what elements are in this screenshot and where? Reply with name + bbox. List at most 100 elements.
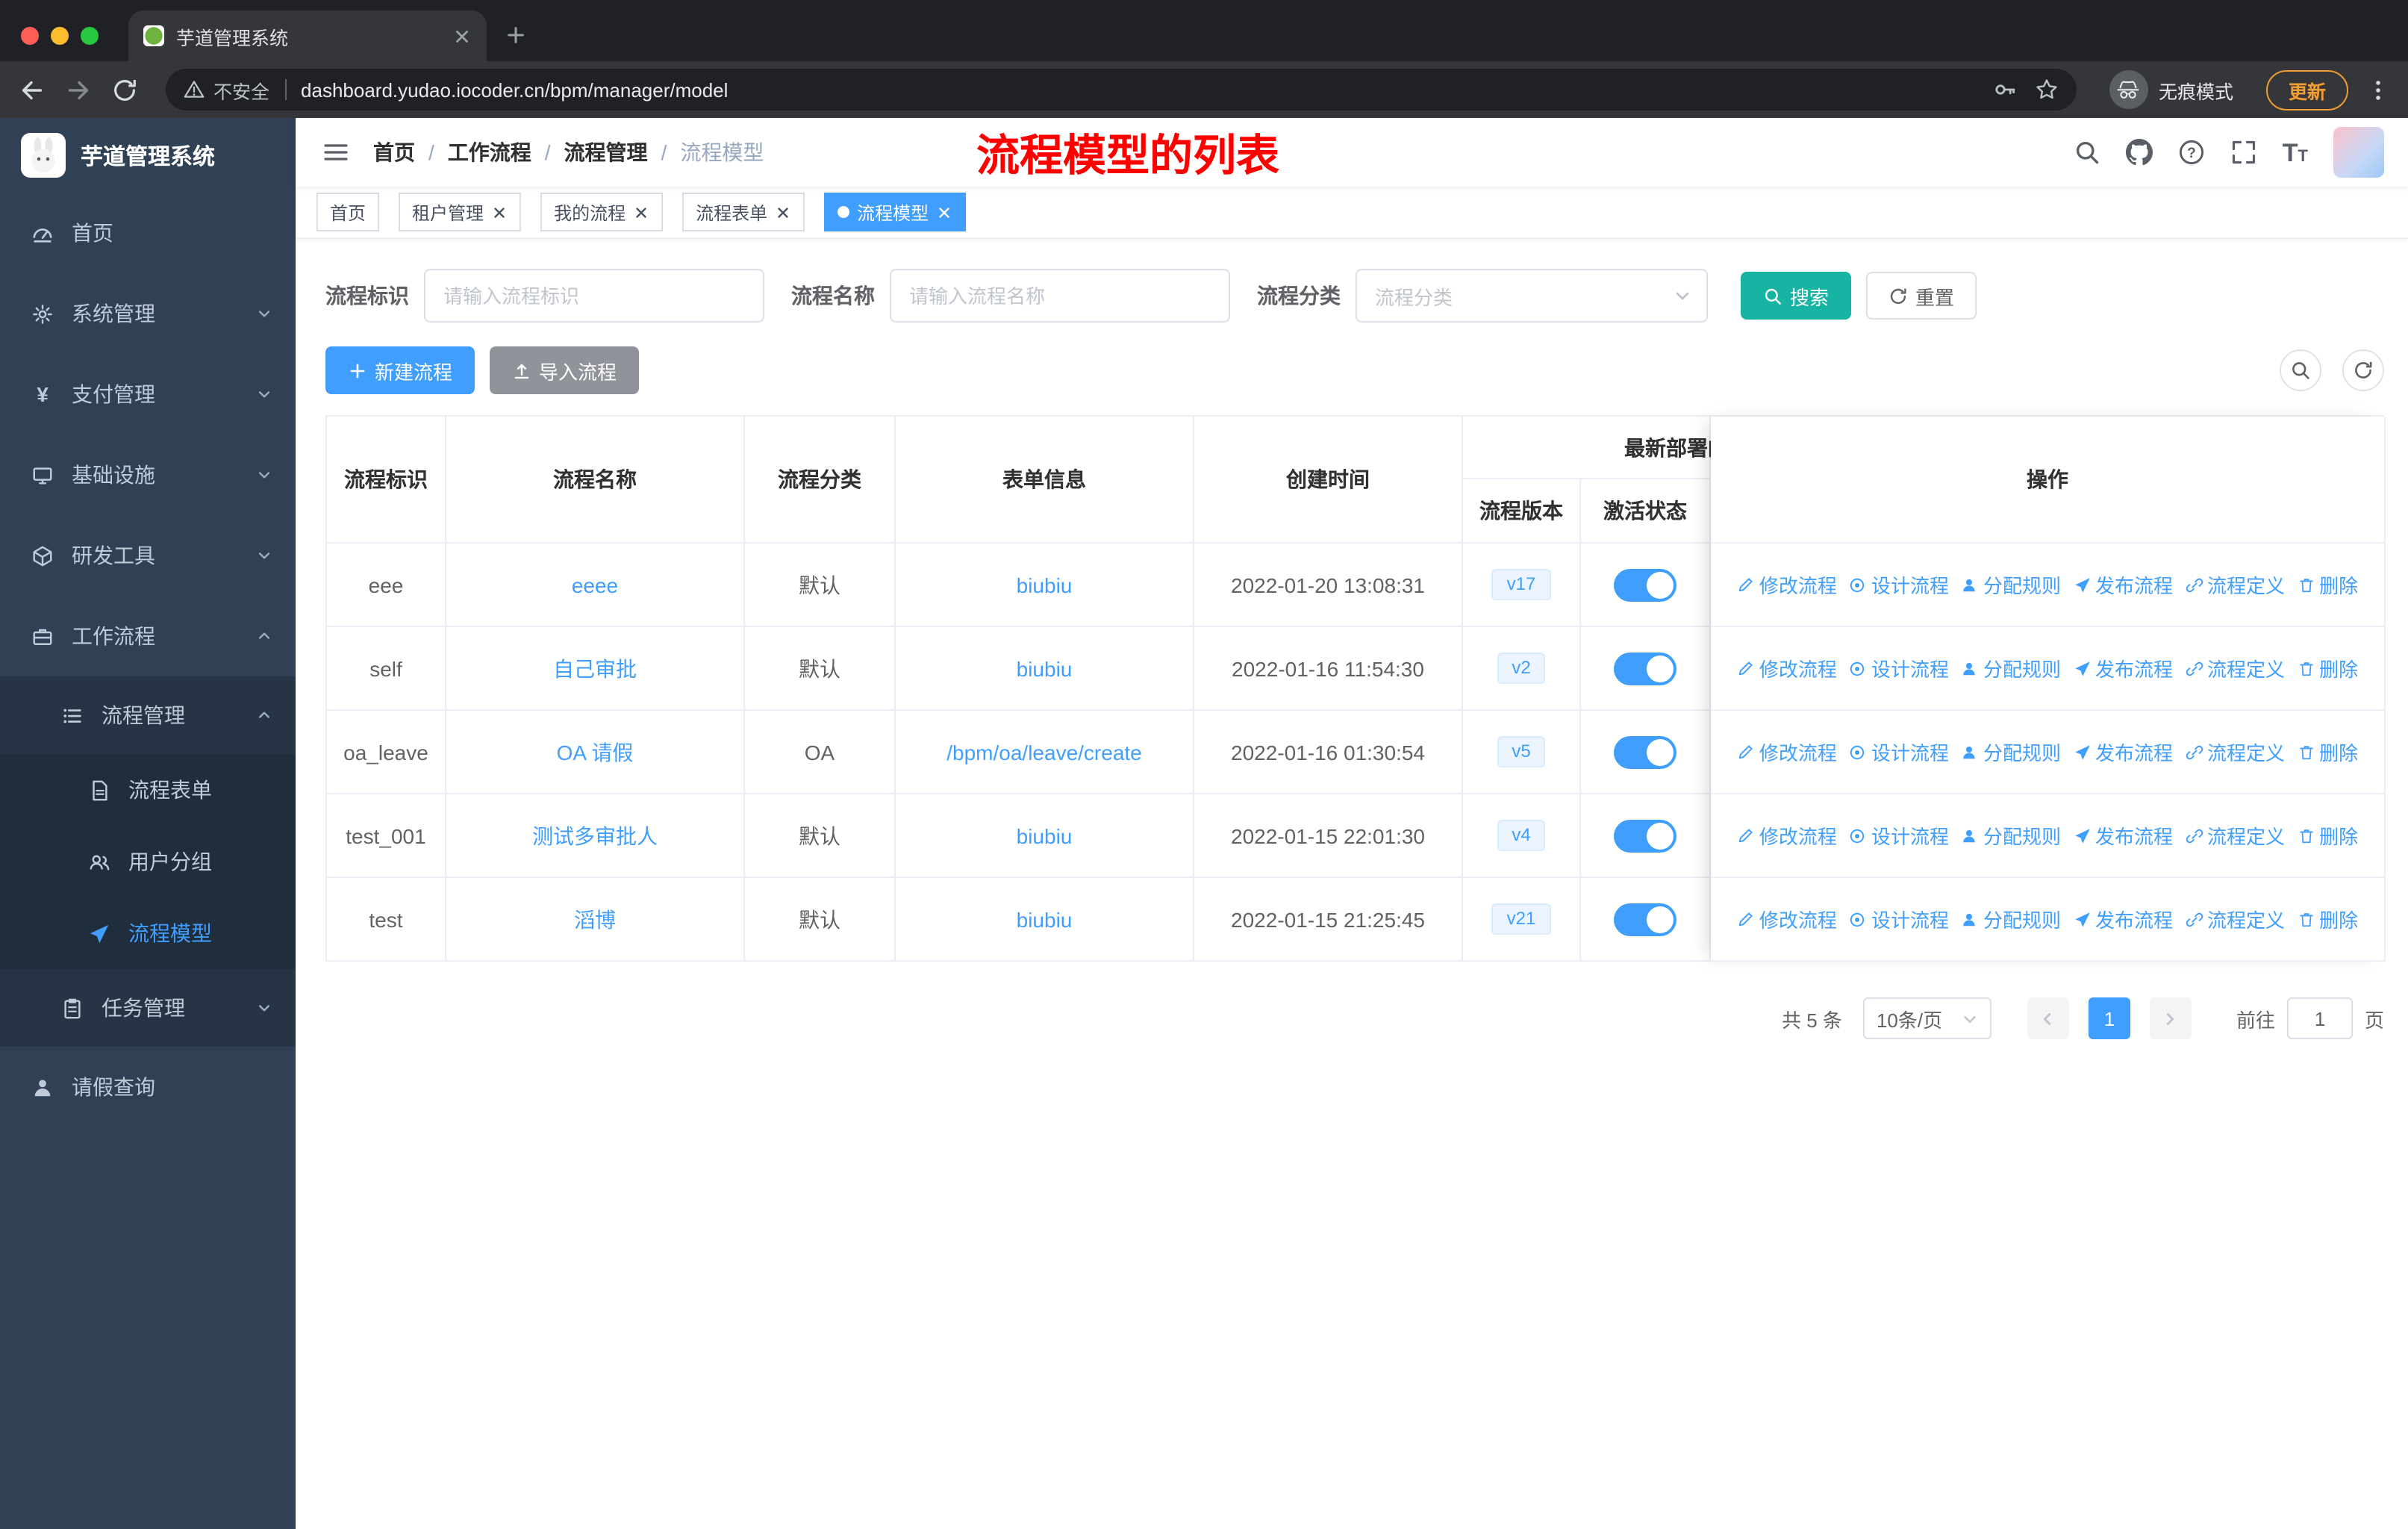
publish-process-link[interactable]: 发布流程 xyxy=(2073,905,2173,933)
breadcrumb-home[interactable]: 首页 xyxy=(373,137,415,167)
back-button[interactable] xyxy=(18,75,46,104)
process-name-link[interactable]: 测试多审批人 xyxy=(532,820,658,850)
toggle-search-button[interactable] xyxy=(2280,349,2321,391)
process-definition-link[interactable]: 流程定义 xyxy=(2185,905,2285,933)
page-1-button[interactable]: 1 xyxy=(2088,997,2130,1039)
address-bar[interactable]: 不安全 dashboard.yudao.iocoder.cn/bpm/manag… xyxy=(166,69,2077,110)
window-minimize-button[interactable] xyxy=(51,27,69,45)
design-process-link[interactable]: 设计流程 xyxy=(1849,738,1949,766)
browser-tab[interactable]: 芋道管理系统 xyxy=(128,10,487,61)
form-link[interactable]: biubiu xyxy=(1017,573,1073,597)
font-size-icon[interactable]: TT xyxy=(2283,140,2308,165)
design-process-link[interactable]: 设计流程 xyxy=(1849,654,1949,682)
process-definition-link[interactable]: 流程定义 xyxy=(2185,570,2285,599)
prev-page-button[interactable] xyxy=(2027,997,2069,1039)
sidebar-item-dev-tools[interactable]: 研发工具 xyxy=(0,515,296,596)
process-id-input[interactable] xyxy=(424,269,764,323)
tag-home[interactable]: 首页 xyxy=(316,193,380,231)
publish-process-link[interactable]: 发布流程 xyxy=(2073,738,2173,766)
assign-rule-link[interactable]: 分配规则 xyxy=(1961,821,2061,850)
github-icon[interactable] xyxy=(2126,139,2153,166)
browser-menu-icon[interactable] xyxy=(2366,75,2390,104)
process-name-link[interactable]: OA 请假 xyxy=(557,737,634,767)
form-link[interactable]: biubiu xyxy=(1017,907,1073,931)
active-toggle[interactable] xyxy=(1614,568,1676,601)
tag-tenant-mgmt[interactable]: 租户管理 xyxy=(399,193,522,231)
header-search-icon[interactable] xyxy=(2074,139,2100,166)
tag-process-model[interactable]: 流程模型 xyxy=(824,193,967,231)
window-zoom-button[interactable] xyxy=(81,27,99,45)
assign-rule-link[interactable]: 分配规则 xyxy=(1961,738,2061,766)
help-icon[interactable] xyxy=(2178,139,2205,166)
modify-process-link[interactable]: 修改流程 xyxy=(1737,821,1837,850)
design-process-link[interactable]: 设计流程 xyxy=(1849,570,1949,599)
sidebar-item-home[interactable]: 首页 xyxy=(0,193,296,273)
close-icon[interactable] xyxy=(775,204,791,220)
sidebar-item-task-mgmt[interactable]: 任务管理 xyxy=(0,969,296,1047)
import-process-button[interactable]: 导入流程 xyxy=(490,346,640,394)
breadcrumb-workflow[interactable]: 工作流程 xyxy=(448,137,531,167)
modify-process-link[interactable]: 修改流程 xyxy=(1737,654,1837,682)
sidebar-item-process-model[interactable]: 流程模型 xyxy=(0,897,296,969)
active-toggle[interactable] xyxy=(1614,903,1676,935)
active-toggle[interactable] xyxy=(1614,819,1676,852)
tab-close-icon[interactable] xyxy=(452,26,472,46)
next-page-button[interactable] xyxy=(2149,997,2192,1039)
publish-process-link[interactable]: 发布流程 xyxy=(2073,654,2173,682)
delete-process-link[interactable]: 删除 xyxy=(2297,654,2358,682)
delete-process-link[interactable]: 删除 xyxy=(2297,821,2358,850)
sidebar-item-payment-mgmt[interactable]: ¥ 支付管理 xyxy=(0,354,296,435)
active-toggle[interactable] xyxy=(1614,652,1676,685)
bookmark-star-icon[interactable] xyxy=(2035,78,2059,102)
publish-process-link[interactable]: 发布流程 xyxy=(2073,570,2173,599)
process-definition-link[interactable]: 流程定义 xyxy=(2185,654,2285,682)
refresh-table-button[interactable] xyxy=(2342,349,2384,391)
design-process-link[interactable]: 设计流程 xyxy=(1849,821,1949,850)
sidebar-item-system-mgmt[interactable]: 系统管理 xyxy=(0,273,296,354)
design-process-link[interactable]: 设计流程 xyxy=(1849,905,1949,933)
assign-rule-link[interactable]: 分配规则 xyxy=(1961,654,2061,682)
user-avatar[interactable] xyxy=(2333,127,2384,178)
forward-button[interactable] xyxy=(64,75,93,104)
fullscreen-icon[interactable] xyxy=(2230,139,2257,166)
goto-page-input[interactable] xyxy=(2286,997,2353,1039)
password-key-icon[interactable] xyxy=(1993,78,2017,102)
search-button[interactable]: 搜索 xyxy=(1741,272,1852,320)
sidebar-item-process-form[interactable]: 流程表单 xyxy=(0,754,296,826)
form-link[interactable]: biubiu xyxy=(1017,823,1073,847)
create-process-button[interactable]: 新建流程 xyxy=(325,346,475,394)
category-select[interactable]: 流程分类 xyxy=(1356,269,1708,323)
app-logo[interactable]: 芋道管理系统 xyxy=(0,118,296,193)
window-close-button[interactable] xyxy=(21,27,39,45)
breadcrumb-process-mgmt[interactable]: 流程管理 xyxy=(564,137,648,167)
process-name-link[interactable]: 自己审批 xyxy=(553,653,637,683)
assign-rule-link[interactable]: 分配规则 xyxy=(1961,905,2061,933)
active-toggle[interactable] xyxy=(1614,735,1676,768)
close-icon[interactable] xyxy=(936,204,952,220)
reload-button[interactable] xyxy=(110,75,139,104)
delete-process-link[interactable]: 删除 xyxy=(2297,905,2358,933)
form-link[interactable]: biubiu xyxy=(1017,656,1073,680)
process-name-link[interactable]: 滔博 xyxy=(574,904,616,934)
delete-process-link[interactable]: 删除 xyxy=(2297,738,2358,766)
form-link[interactable]: /bpm/oa/leave/create xyxy=(946,740,1142,764)
new-tab-button[interactable] xyxy=(505,24,527,46)
sidebar-toggle-icon[interactable] xyxy=(322,139,349,166)
tag-process-form[interactable]: 流程表单 xyxy=(682,193,805,231)
tag-my-process[interactable]: 我的流程 xyxy=(540,193,664,231)
sidebar-item-user-group[interactable]: 用户分组 xyxy=(0,826,296,897)
publish-process-link[interactable]: 发布流程 xyxy=(2073,821,2173,850)
process-definition-link[interactable]: 流程定义 xyxy=(2185,738,2285,766)
process-name-input[interactable] xyxy=(890,269,1230,323)
sidebar-item-leave-query[interactable]: 请假查询 xyxy=(0,1047,296,1127)
modify-process-link[interactable]: 修改流程 xyxy=(1737,570,1837,599)
close-icon[interactable] xyxy=(491,204,508,220)
sidebar-item-process-mgmt[interactable]: 流程管理 xyxy=(0,676,296,754)
process-definition-link[interactable]: 流程定义 xyxy=(2185,821,2285,850)
reset-button[interactable]: 重置 xyxy=(1866,272,1977,320)
modify-process-link[interactable]: 修改流程 xyxy=(1737,738,1837,766)
assign-rule-link[interactable]: 分配规则 xyxy=(1961,570,2061,599)
page-size-select[interactable]: 10条/页 xyxy=(1862,997,1991,1039)
update-button[interactable]: 更新 xyxy=(2265,69,2348,110)
process-name-link[interactable]: eeee xyxy=(572,573,618,597)
